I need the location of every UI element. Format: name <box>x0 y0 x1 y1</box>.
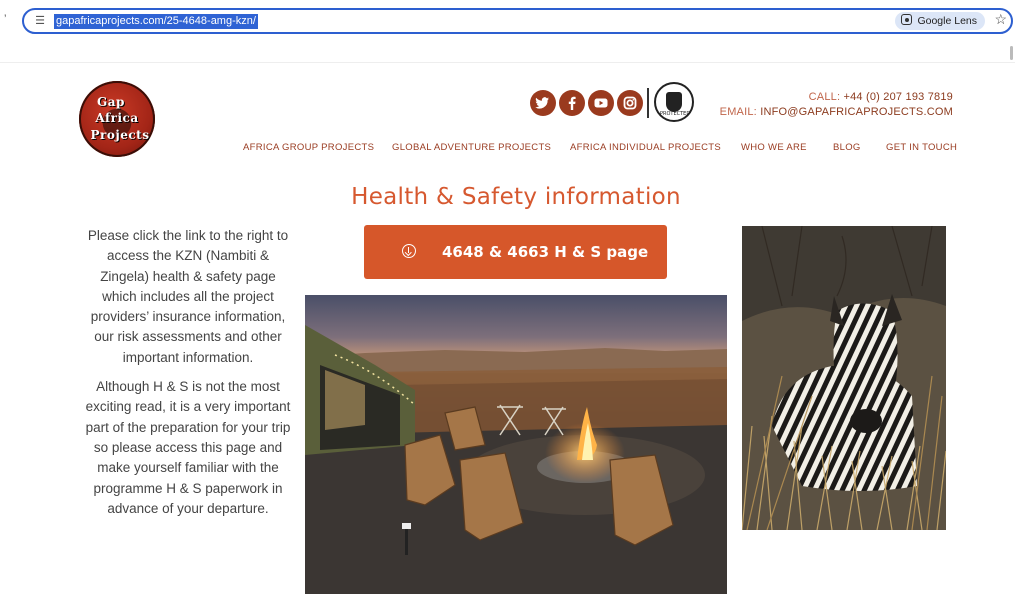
nav-africa-group-projects[interactable]: AFRICA GROUP PROJECTS <box>243 142 374 153</box>
google-lens-label: Google Lens <box>917 15 977 27</box>
nav-who-we-are[interactable]: WHO WE ARE <box>741 142 807 153</box>
email-line[interactable]: EMAIL: INFO@GAPAFRICAPROJECTS.COM <box>720 105 953 120</box>
nav-global-adventure-projects[interactable]: GLOBAL ADVENTURE PROJECTS <box>392 142 551 153</box>
phone-line[interactable]: CALL: +44 (0) 207 193 7819 <box>720 90 953 105</box>
phone-label: CALL: <box>808 91 841 103</box>
header-divider <box>0 62 1015 63</box>
email-address[interactable]: INFO@GAPAFRICAPROJECTS.COM <box>760 106 953 118</box>
nav-get-in-touch[interactable]: GET IN TOUCH <box>886 142 957 153</box>
logo-line-3: Projects <box>90 128 150 142</box>
youtube-icon[interactable] <box>588 90 614 116</box>
protection-badge[interactable]: PROTECTED <box>654 82 694 122</box>
nav-blog[interactable]: BLOG <box>833 142 861 153</box>
address-bar[interactable]: ☰ gapafricaprojects.com/25-4648-amg-kzn/… <box>22 8 1013 34</box>
nav-africa-individual-projects[interactable]: AFRICA INDIVIDUAL PROJECTS <box>570 142 721 153</box>
page-title: Health & Safety information <box>351 184 681 210</box>
contact-info: CALL: +44 (0) 207 193 7819 EMAIL: INFO@G… <box>720 90 953 120</box>
campfire-photo <box>305 295 727 594</box>
intro-paragraph-1: Please click the link to the right to ac… <box>87 228 289 365</box>
google-lens-button[interactable]: Google Lens <box>895 12 985 30</box>
phone-number[interactable]: +44 (0) 207 193 7819 <box>843 91 953 103</box>
scrollbar[interactable] <box>1010 46 1013 60</box>
intro-paragraph-2: Although H & S is not the most exciting … <box>85 379 291 516</box>
zebra-photo <box>742 226 946 530</box>
social-separator <box>647 88 649 118</box>
logo-line-1: Gap <box>97 95 125 109</box>
badge-label: PROTECTED <box>660 111 691 117</box>
site-info-icon[interactable]: ☰ <box>32 14 48 28</box>
intro-text: Please click the link to the right to ac… <box>84 226 292 528</box>
hs-page-button[interactable]: 4648 & 4663 H & S page <box>364 225 667 279</box>
email-label: EMAIL: <box>719 106 757 118</box>
download-circle-icon <box>402 244 416 258</box>
bookmark-star-icon[interactable]: ☆ <box>994 11 1007 28</box>
logo-line-2: Africa <box>95 111 139 125</box>
main-nav: AFRICA GROUP PROJECTS GLOBAL ADVENTURE P… <box>0 142 1015 156</box>
hs-page-button-label: 4648 & 4663 H & S page <box>442 243 649 261</box>
lens-icon <box>901 14 913 25</box>
twitter-icon[interactable] <box>530 90 556 116</box>
facebook-icon[interactable] <box>559 90 585 116</box>
url-text[interactable]: gapafricaprojects.com/25-4648-amg-kzn/ <box>54 14 258 29</box>
browser-toolbar: ’ ☰ gapafricaprojects.com/25-4648-amg-kz… <box>0 0 1015 44</box>
instagram-icon[interactable] <box>617 90 643 116</box>
toolbar-marker: ’ <box>4 13 7 25</box>
shield-icon <box>666 92 682 112</box>
